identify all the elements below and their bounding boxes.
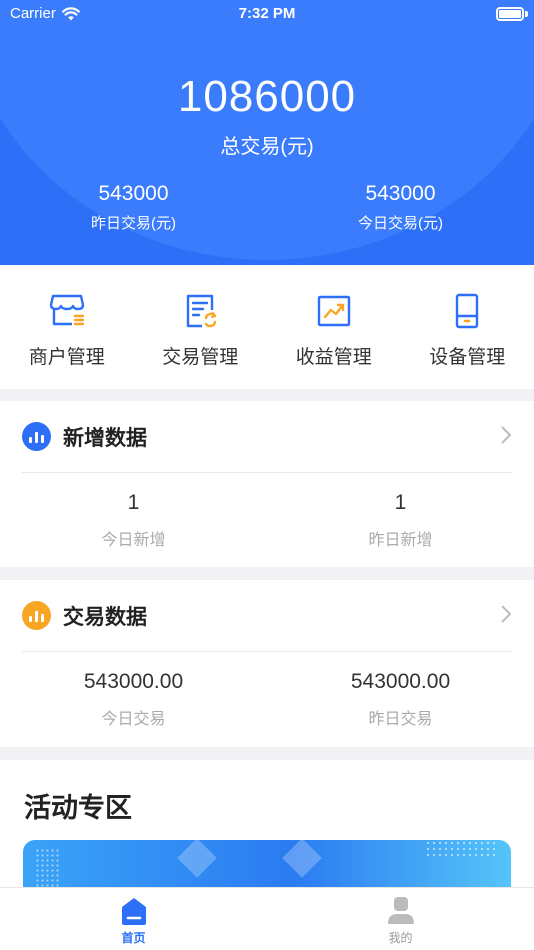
today-new-value: 1: [127, 491, 140, 514]
chevron-right-icon[interactable]: [500, 425, 512, 445]
today-new-label: 今日新增: [101, 532, 166, 549]
chevron-right-icon[interactable]: [500, 604, 512, 624]
activity-title: 活动专区: [24, 793, 132, 823]
today-trade: 543000.00 今日交易: [0, 652, 267, 729]
status-bar: Carrier 7:32 PM: [0, 0, 534, 28]
yesterday-new: 1 昨日新增: [267, 473, 534, 550]
yesterday-trade: 543000.00 昨日交易: [267, 652, 534, 729]
trade-data-card: 交易数据 543000.00 今日交易 543000.00 昨日交易: [0, 580, 534, 747]
trend-chart-icon: [317, 295, 350, 327]
device-icon: [456, 293, 479, 329]
yesterday-transaction-label: 昨日交易(元): [91, 215, 176, 232]
yesterday-new-value: 1: [394, 491, 407, 514]
banner-dots-decoration: [35, 848, 59, 888]
total-transaction-label: 总交易(元): [220, 136, 314, 158]
today-summary: 543000 今日交易(元): [267, 182, 534, 233]
today-transaction-label: 今日交易(元): [358, 215, 443, 232]
new-data-title: 新增数据: [63, 426, 147, 450]
action-label: 收益管理: [295, 347, 372, 368]
transaction-management-button[interactable]: 交易管理: [134, 265, 268, 389]
tab-mine[interactable]: 我的: [267, 888, 534, 950]
trade-data-header[interactable]: 交易数据: [22, 580, 512, 652]
store-icon: [49, 294, 84, 326]
summary-header: Carrier 7:32 PM 1086000 总交易(元) 543000 昨日…: [0, 0, 534, 265]
battery-tip: [525, 11, 528, 17]
merchant-management-button[interactable]: 商户管理: [0, 265, 134, 389]
today-new: 1 今日新增: [0, 473, 267, 550]
action-label: 设备管理: [429, 347, 506, 368]
tab-bar: 首页 我的: [0, 887, 534, 950]
device-management-button[interactable]: 设备管理: [401, 265, 534, 389]
total-transaction-value: 1086000: [177, 72, 357, 121]
new-data-card: 新增数据 1 今日新增 1 昨日新增: [0, 401, 534, 567]
bar-chart-icon: [22, 601, 51, 630]
today-transaction-value: 543000: [365, 182, 436, 205]
tab-home-label: 首页: [121, 931, 146, 945]
banner-diamond-decoration: [177, 840, 217, 878]
new-data-values: 1 今日新增 1 昨日新增: [0, 473, 534, 550]
yesterday-summary: 543000 昨日交易(元): [0, 182, 267, 233]
yesterday-new-label: 昨日新增: [368, 532, 433, 549]
transaction-doc-icon: [187, 294, 217, 328]
quick-actions: 商户管理 交易管理 收益管理 设备管理: [0, 265, 534, 389]
action-label: 商户管理: [28, 347, 105, 368]
action-label: 交易管理: [162, 347, 239, 368]
banner-diamond-decoration: [282, 840, 322, 878]
battery-icon: [496, 7, 524, 21]
tab-home[interactable]: 首页: [0, 888, 267, 950]
new-data-header[interactable]: 新增数据: [22, 401, 512, 473]
clock: 7:32 PM: [238, 5, 296, 22]
banner-dots-decoration: [425, 840, 495, 860]
yesterday-transaction-value: 543000: [98, 182, 169, 205]
bar-chart-icon: [22, 422, 51, 451]
user-icon: [387, 897, 414, 924]
today-trade-value: 543000.00: [83, 670, 184, 693]
tab-mine-label: 我的: [388, 931, 413, 945]
trade-data-title: 交易数据: [63, 605, 147, 629]
home-icon: [121, 898, 146, 925]
yesterday-trade-label: 昨日交易: [368, 711, 433, 728]
trade-data-values: 543000.00 今日交易 543000.00 昨日交易: [0, 652, 534, 729]
revenue-management-button[interactable]: 收益管理: [267, 265, 401, 389]
today-trade-label: 今日交易: [101, 711, 166, 728]
yesterday-trade-value: 543000.00: [350, 670, 451, 693]
